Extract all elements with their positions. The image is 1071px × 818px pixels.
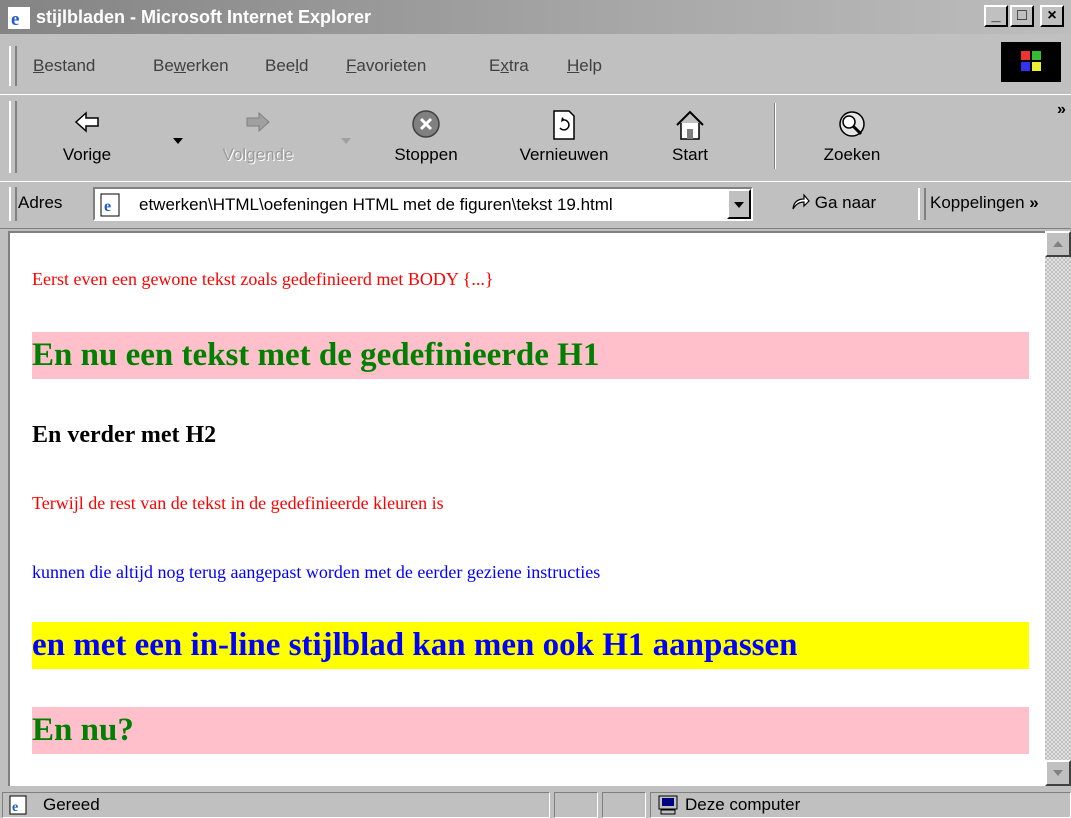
colored-text-blue: kunnen die altijd nog terug aangepast wo…	[32, 562, 601, 582]
menu-bar: Bestand Bewerken Beeld Favorieten Extra …	[0, 38, 1071, 94]
status-pane-main: e Gereed	[2, 792, 550, 818]
scroll-up-button[interactable]	[1045, 231, 1071, 257]
close-button[interactable]: ×	[1040, 5, 1064, 27]
computer-icon	[658, 795, 678, 815]
refresh-icon	[553, 110, 575, 140]
windows-flag-icon	[1021, 51, 1041, 71]
address-input[interactable]: e etwerken\HTML\oefeningen HTML met de f…	[93, 187, 753, 221]
search-icon	[839, 111, 865, 137]
address-label: Adres	[18, 193, 63, 212]
scroll-down-button[interactable]	[1045, 760, 1071, 786]
forward-arrow-icon	[246, 111, 270, 133]
address-bar: Adres e etwerken\HTML\oefeningen HTML me…	[0, 181, 1071, 229]
status-pane-zone: Deze computer	[650, 792, 1071, 818]
ie-logo-icon: e	[8, 7, 30, 29]
toolbar-separator	[774, 103, 776, 169]
links-toolbar[interactable]: Koppelingen »	[930, 193, 1039, 213]
chevron-down-icon	[734, 202, 744, 208]
window-title: stijlbladen - Microsoft Internet Explore…	[36, 7, 372, 27]
minimize-button[interactable]: _	[984, 5, 1008, 27]
status-text: Gereed	[43, 795, 100, 814]
address-dropdown-button[interactable]	[727, 189, 751, 219]
links-grip[interactable]	[918, 188, 926, 220]
home-button[interactable]: Start	[650, 99, 730, 175]
heading-h1-inline: en met een in-line stijlblad kan men ook…	[32, 622, 1029, 669]
page-content: Eerst even een gewone tekst zoals gedefi…	[8, 231, 1045, 786]
stop-button[interactable]: Stoppen	[376, 99, 476, 175]
arrow-up-icon	[1053, 241, 1063, 247]
toolbar-grip[interactable]	[9, 101, 17, 173]
heading-h2: En verder met H2	[32, 422, 217, 448]
menu-grip[interactable]	[9, 46, 17, 86]
home-icon	[676, 110, 704, 140]
address-grip[interactable]	[9, 187, 17, 221]
forward-dropdown-icon	[341, 138, 351, 144]
menu-extra[interactable]: Extra	[489, 56, 529, 76]
menu-bestand[interactable]: Bestand	[33, 56, 95, 76]
arrow-down-icon	[1053, 770, 1063, 776]
page-icon: e	[100, 193, 120, 217]
toolbar-more-chevron[interactable]: »	[1057, 101, 1066, 119]
menu-favorieten[interactable]: Favorieten	[346, 56, 426, 76]
back-button[interactable]: Vorige	[28, 99, 146, 175]
address-url[interactable]: etwerken\HTML\oefeningen HTML met de fig…	[139, 195, 727, 215]
body-text: Eerst even een gewone tekst zoals gedefi…	[32, 269, 494, 289]
svg-text:e: e	[11, 9, 19, 29]
refresh-button[interactable]: Vernieuwen	[500, 99, 628, 175]
search-button[interactable]: Zoeken	[800, 99, 904, 175]
windows-logo	[1001, 42, 1061, 82]
back-arrow-icon	[74, 111, 99, 133]
menu-beeld[interactable]: Beeld	[265, 56, 309, 76]
menu-help[interactable]: Help	[567, 56, 602, 76]
menu-bewerken[interactable]: Bewerken	[153, 56, 229, 76]
heading-h1-last: En nu?	[32, 707, 1029, 754]
go-button[interactable]: Ga naar	[790, 193, 876, 213]
vertical-scrollbar[interactable]	[1045, 231, 1071, 786]
status-pane-3	[602, 792, 646, 818]
status-pane-2	[554, 792, 598, 818]
back-dropdown-icon[interactable]	[172, 137, 184, 145]
svg-text:e: e	[104, 198, 111, 215]
zone-text: Deze computer	[685, 795, 801, 814]
title-bar: e stijlbladen - Microsoft Internet Explo…	[0, 0, 1071, 34]
stop-icon	[412, 110, 440, 138]
colored-text-red: Terwijl de rest van de tekst in de gedef…	[32, 493, 444, 513]
forward-button[interactable]: Volgende	[198, 99, 318, 175]
standard-toolbar: Vorige Volgende Stoppen Vernieuwen Start	[0, 94, 1071, 182]
heading-h1: En nu een tekst met de gedefinieerde H1	[32, 332, 1029, 379]
page-status-icon: e	[9, 795, 27, 815]
go-arrow-icon	[792, 193, 810, 210]
maximize-button[interactable]: □	[1010, 5, 1034, 27]
svg-text:e: e	[12, 800, 18, 815]
status-bar: e Gereed Deze computer	[0, 788, 1071, 818]
